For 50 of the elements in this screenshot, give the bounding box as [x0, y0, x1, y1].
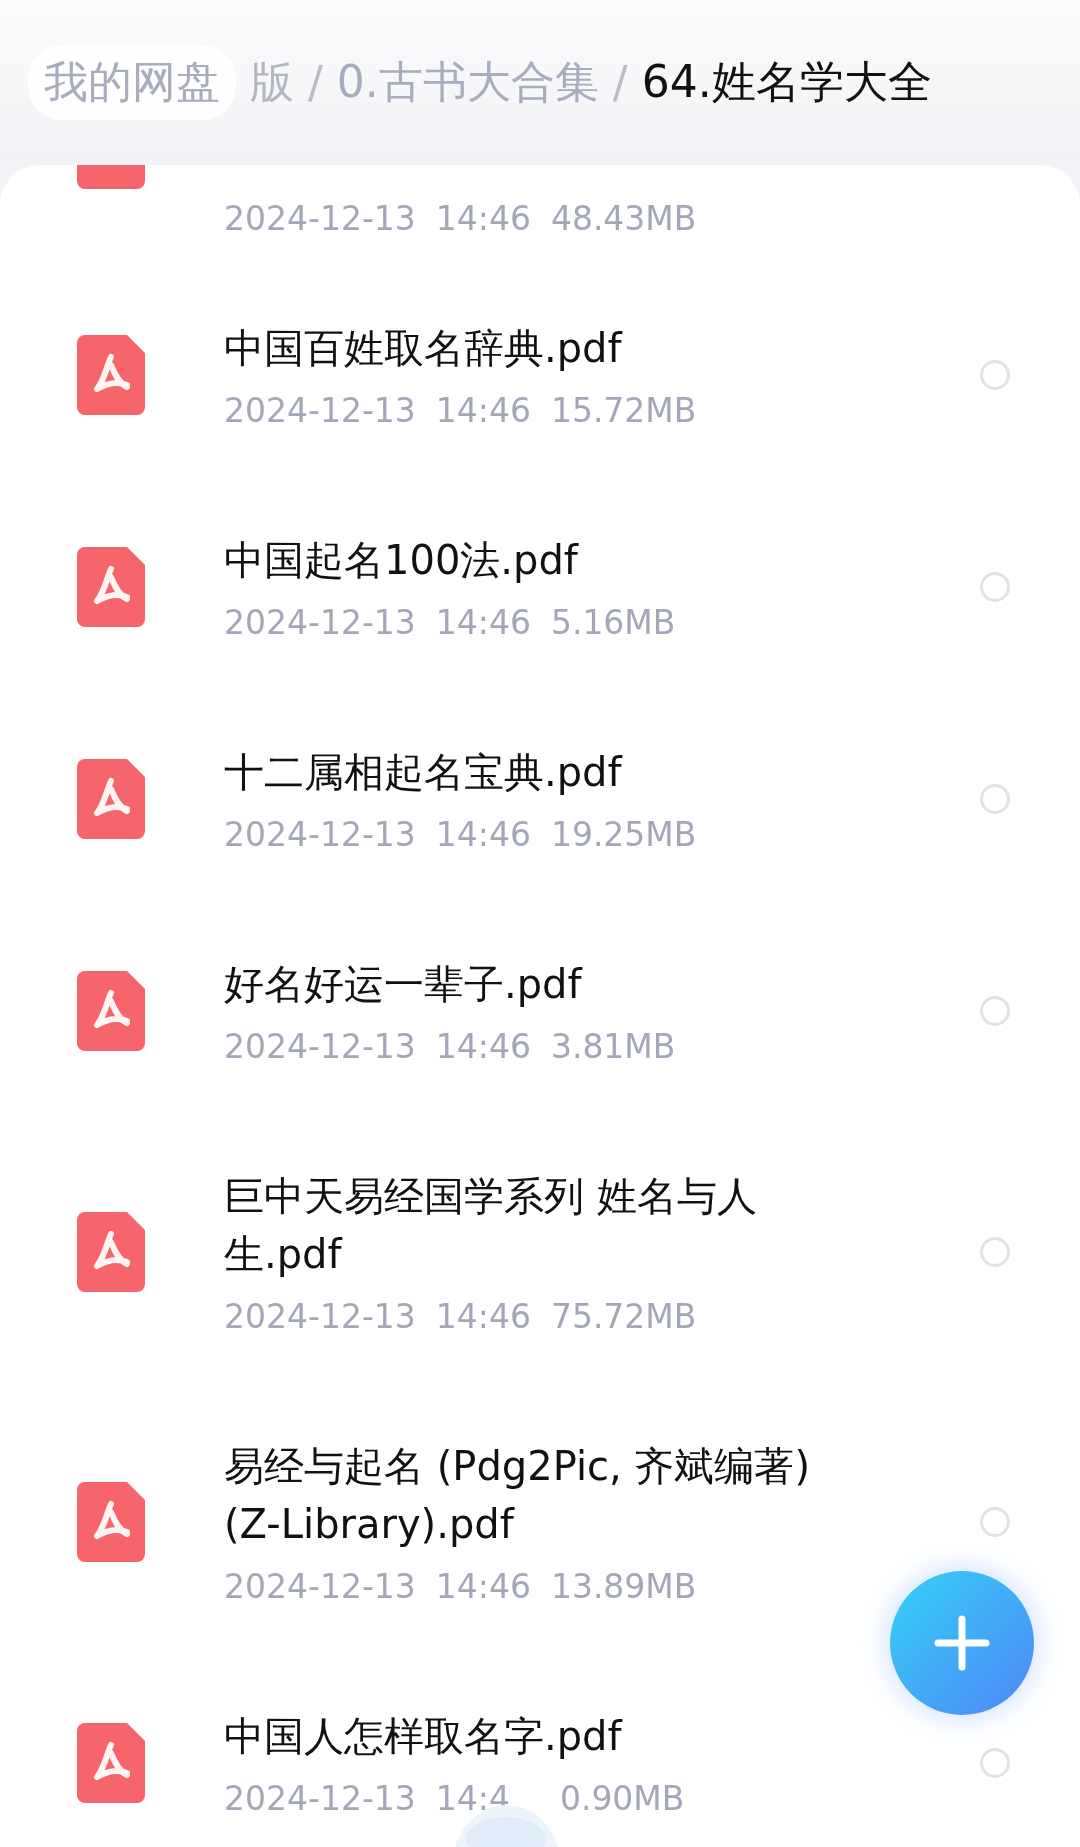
- file-date: 2024-12-13: [224, 391, 416, 431]
- file-date: 2024-12-13: [224, 1297, 416, 1337]
- breadcrumb-item[interactable]: 64.姓名学大全: [641, 53, 932, 112]
- file-time: 14:46: [435, 1027, 531, 1067]
- select-radio[interactable]: [980, 572, 1010, 602]
- file-name[interactable]: 巨中天易经国学系列 姓名与人生.pdf: [224, 1167, 844, 1283]
- select-radio[interactable]: [980, 784, 1010, 814]
- file-name[interactable]: 十二属相起名宝典.pdf: [224, 743, 844, 801]
- file-size: 15.72MB: [550, 391, 697, 431]
- file-name[interactable]: 中国人怎样取名字.pdf: [224, 1707, 844, 1765]
- file-date: 2024-12-13: [224, 1779, 416, 1819]
- pdf-file-icon: [77, 971, 145, 1051]
- pdf-file-icon: [77, 1482, 145, 1562]
- breadcrumb-separator: /: [308, 57, 323, 108]
- pdf-file-icon: [77, 759, 145, 839]
- breadcrumb-separator: /: [612, 57, 628, 108]
- pdf-file-icon: [77, 1212, 145, 1292]
- plus-icon: [934, 1615, 990, 1671]
- file-time: 14:46: [435, 199, 531, 239]
- select-radio[interactable]: [980, 1237, 1010, 1267]
- file-size: 5.16MB: [550, 603, 676, 643]
- file-size: 0.90MB: [559, 1779, 685, 1819]
- select-radio[interactable]: [980, 1507, 1010, 1537]
- file-date: 2024-12-13: [224, 1567, 416, 1607]
- file-size: 19.25MB: [550, 815, 697, 855]
- file-date: 2024-12-13: [224, 199, 416, 239]
- file-time: 14:4: [435, 1779, 510, 1819]
- file-size: 48.43MB: [550, 199, 697, 239]
- file-name[interactable]: 中国百姓取名辞典.pdf: [224, 319, 844, 377]
- file-name[interactable]: 好名好运一辈子.pdf: [224, 955, 844, 1013]
- file-time: 14:46: [435, 603, 531, 643]
- select-radio[interactable]: [980, 1748, 1010, 1778]
- pdf-file-icon: [77, 547, 145, 627]
- file-size: 75.72MB: [550, 1297, 697, 1337]
- file-date: 2024-12-13: [224, 1027, 416, 1067]
- select-radio[interactable]: [980, 360, 1010, 390]
- file-time: 14:46: [435, 815, 531, 855]
- file-time: 14:46: [435, 1297, 531, 1337]
- file-date: 2024-12-13: [224, 603, 416, 643]
- file-size: 3.81MB: [550, 1027, 676, 1067]
- file-size: 13.89MB: [550, 1567, 697, 1607]
- pdf-file-icon: [77, 1723, 145, 1803]
- file-time: 14:46: [435, 1567, 531, 1607]
- select-radio[interactable]: [980, 996, 1010, 1026]
- file-date: 2024-12-13: [224, 815, 416, 855]
- file-name[interactable]: 中国起名100法.pdf: [224, 531, 844, 589]
- file-name[interactable]: 易经与起名 (Pdg2Pic, 齐斌编著) (Z-Library).pdf: [224, 1437, 844, 1553]
- pdf-file-icon: [77, 165, 145, 189]
- file-time: 14:46: [435, 391, 531, 431]
- pdf-file-icon: [77, 335, 145, 415]
